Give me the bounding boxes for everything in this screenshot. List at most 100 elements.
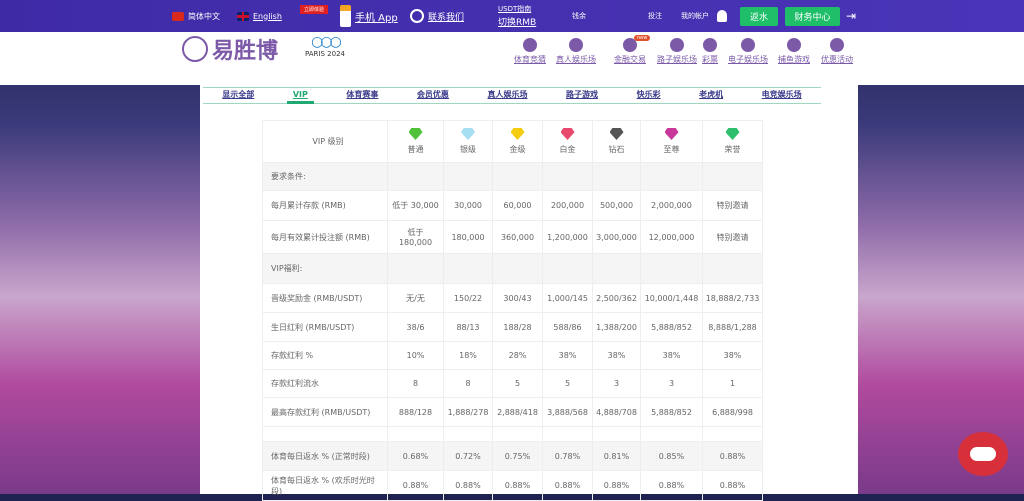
- table-cell: 低于 180,000: [387, 220, 444, 254]
- row-label: 生日红利 (RMB/USDT): [262, 312, 388, 342]
- table-cell: 5,888/852: [640, 312, 703, 342]
- nav-item[interactable]: 真人娱乐场: [554, 38, 598, 65]
- logo-mark-icon: [182, 36, 208, 62]
- table-cell: 4,888/708: [592, 397, 641, 427]
- tab-item[interactable]: 真人娱乐场: [481, 87, 533, 104]
- lottery-balls-icon: [703, 38, 717, 52]
- table-cell: 0.68%: [387, 441, 444, 471]
- table-cell: 300/43: [492, 283, 543, 313]
- table-cell: 150/22: [443, 283, 493, 313]
- tab-item[interactable]: 显示全部: [216, 87, 260, 104]
- table-cell: 38/6: [387, 312, 444, 342]
- table-cell: 0.88%: [702, 470, 763, 501]
- row-label: 要求条件:: [262, 162, 388, 191]
- level-name: 银级: [460, 145, 476, 154]
- level-name: 普通: [407, 145, 424, 154]
- nav-item[interactable]: 金融交易 new: [608, 35, 652, 65]
- table-cell: 3,888/568: [542, 397, 593, 427]
- tab-item[interactable]: 体育赛事: [340, 87, 384, 104]
- table-cell: 38%: [592, 341, 641, 370]
- table-cell: 0.88%: [592, 470, 641, 501]
- table-cell: 12,000,000: [640, 220, 703, 254]
- tab-item[interactable]: 电竞娱乐场: [756, 87, 808, 104]
- nav-item[interactable]: 捕鱼游戏: [772, 38, 816, 65]
- table-cell: [542, 162, 593, 191]
- level-cell: 银级: [443, 120, 493, 163]
- table-cell: 2,888/418: [492, 397, 543, 427]
- top-bar: 简体中文 English 立即体验 手机 App 联系我们 USDT指南 切换R…: [0, 0, 1024, 32]
- tab-item[interactable]: VIP: [286, 87, 314, 104]
- switch-rmb-link[interactable]: 切换RMB: [498, 15, 536, 28]
- nav-item[interactable]: 优惠活动: [815, 38, 859, 65]
- table-cell: [702, 426, 763, 442]
- chat-support-button[interactable]: [958, 432, 1008, 476]
- table-cell: [640, 162, 703, 191]
- table-cell: 200,000: [542, 190, 593, 221]
- rebate-button[interactable]: 返水: [740, 7, 778, 26]
- promo-badge[interactable]: 立即体验: [300, 5, 329, 14]
- table-cell: 28%: [492, 341, 543, 370]
- nav-label: 真人娱乐场: [556, 55, 596, 64]
- table-cell: [592, 426, 641, 442]
- table-cell: 360,000: [492, 220, 543, 254]
- table-cell: 0.85%: [640, 441, 703, 471]
- nav-label: 彩票: [702, 55, 718, 64]
- finance-center-button[interactable]: 财务中心: [785, 7, 840, 26]
- nav-item[interactable]: 电子娱乐场: [726, 38, 770, 65]
- fishing-icon: [787, 38, 801, 52]
- table-cell: 3,000,000: [592, 220, 641, 254]
- table-cell: 88/13: [443, 312, 493, 342]
- table-row: 存款红利流水 8 8 5 5 3 3 1: [262, 369, 763, 398]
- logo[interactable]: 易胜博: [182, 33, 278, 65]
- level-name: 白金: [559, 145, 576, 154]
- tab-item[interactable]: 老虎机: [693, 87, 729, 104]
- table-cell: 低于 30,000: [387, 190, 444, 221]
- row-label: 存款红利流水: [262, 369, 388, 398]
- my-account[interactable]: 我的帐户: [681, 0, 727, 32]
- table-cell: 60,000: [492, 190, 543, 221]
- nav-item[interactable]: 体育竞猜: [508, 38, 552, 65]
- table-cell: [387, 426, 444, 442]
- table-cell: [443, 426, 493, 442]
- olympics-text: PARIS 2024: [305, 50, 345, 58]
- diamond-icon: [560, 128, 575, 140]
- table-cell: 3: [640, 369, 703, 398]
- level-cell: 荣誉: [702, 120, 763, 163]
- table-row: 晋级奖励金 (RMB/USDT) 无/无 150/22 300/43 1,000/145…: [262, 283, 763, 313]
- tab-item[interactable]: 快乐彩: [631, 87, 667, 104]
- bets-link[interactable]: 投注: [648, 0, 662, 32]
- level-cell: 普通: [387, 120, 444, 163]
- table-cell: 1,000/145: [542, 283, 593, 313]
- lang-cn-label: 简体中文: [188, 11, 220, 21]
- diamond-icon: [725, 128, 740, 140]
- header-label: VIP 级别: [262, 120, 388, 163]
- table-cell: 8: [387, 369, 444, 398]
- contact-link[interactable]: 联系我们: [410, 0, 464, 32]
- nav-label: 体育竞猜: [514, 55, 546, 64]
- level-name: 荣誉: [724, 145, 741, 154]
- tab-item[interactable]: 会员优惠: [411, 87, 455, 104]
- logout-icon[interactable]: ⇥: [846, 0, 856, 32]
- table-cell: 3: [592, 369, 641, 398]
- row-label: 体育每日返水 % (欢乐时光时段): [262, 470, 388, 501]
- lang-cn[interactable]: 简体中文: [172, 0, 220, 32]
- table-cell: 6,888/998: [702, 397, 763, 427]
- table-cell: 5: [542, 369, 593, 398]
- usdt-guide-link[interactable]: USDT指南: [498, 4, 531, 14]
- table-row: 每月累计存款 (RMB) 低于 30,000 30,000 60,000 200,000…: [262, 190, 763, 221]
- table-header-row: VIP 级别 普通 银级 金级 白金 钻石 至尊 荣誉: [262, 120, 763, 163]
- user-icon: [717, 10, 727, 22]
- level-cell: 钻石: [592, 120, 641, 163]
- table-cell: 18%: [443, 341, 493, 370]
- tab-item[interactable]: 路子游戏: [560, 87, 604, 104]
- table-cell: 0.75%: [492, 441, 543, 471]
- mobile-app-link[interactable]: 手机 App: [340, 0, 398, 32]
- nav-label: 电子娱乐场: [728, 55, 768, 64]
- olympics-logo: ○○○ PARIS 2024: [305, 34, 345, 58]
- slot-machine-icon: [741, 38, 755, 52]
- table-cell: [387, 162, 444, 191]
- table-cell: 1,200,000: [542, 220, 593, 254]
- level-name: 至尊: [663, 145, 680, 154]
- lang-en[interactable]: English: [237, 0, 282, 32]
- table-cell: 180,000: [443, 220, 493, 254]
